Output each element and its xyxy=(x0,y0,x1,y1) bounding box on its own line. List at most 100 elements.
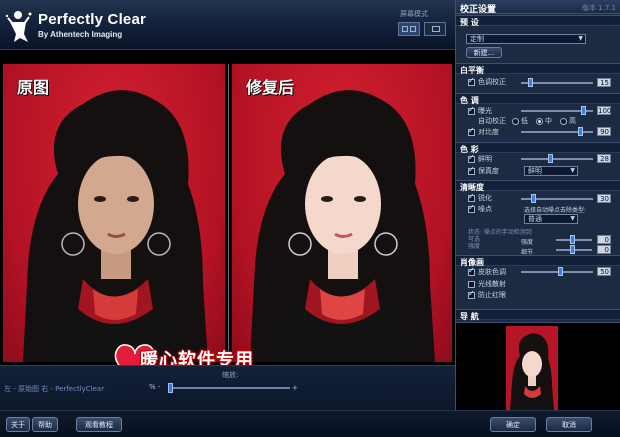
skin-tone-value[interactable]: 50 xyxy=(597,267,611,276)
exposure-checkbox[interactable] xyxy=(468,105,475,115)
view-mode-buttons xyxy=(398,22,446,36)
vibrancy-slider[interactable] xyxy=(521,154,593,163)
detail-value[interactable]: 0 xyxy=(597,245,611,254)
bottom-bar: 关于 帮助 观看教程 确定 取消 xyxy=(0,410,620,437)
split-divider[interactable] xyxy=(228,64,229,362)
exposure-slider[interactable] xyxy=(521,106,593,115)
navigator-heading: 导 航 xyxy=(456,309,620,321)
app-title: Perfectly Clear xyxy=(38,11,147,28)
vibrancy-slider-thumb[interactable] xyxy=(547,154,553,163)
exposure-row: 曝光 xyxy=(468,105,492,116)
portrait-section: 肖像画 皮肤色调 50 光线散射 防止红眼 xyxy=(456,255,620,305)
help-button[interactable]: 帮助 xyxy=(32,417,58,432)
strength-slider-thumb[interactable] xyxy=(570,235,575,244)
noise-type-select[interactable]: 普通 ▼ xyxy=(524,214,578,224)
light-scatter-checkbox[interactable] xyxy=(468,280,475,288)
chevron-down-icon: ▼ xyxy=(570,167,575,174)
white-balance-heading: 白平衡 xyxy=(456,63,620,75)
noise-row: 噪点 xyxy=(468,203,492,214)
fidelity-row: 保真度 xyxy=(468,165,499,176)
single-view-button[interactable] xyxy=(424,22,446,36)
skin-tone-slider[interactable] xyxy=(521,267,593,276)
split-view-button[interactable] xyxy=(398,22,420,36)
detail-slider[interactable] xyxy=(556,245,592,254)
redeye-row: 防止红眼 xyxy=(468,289,506,300)
chevron-down-icon: ▼ xyxy=(570,215,575,222)
corrected-photo[interactable]: 修复后 xyxy=(232,64,452,362)
tint-value[interactable]: 15 xyxy=(597,78,611,87)
tone-heading: 色 调 xyxy=(456,93,620,105)
contrast-slider-thumb[interactable] xyxy=(577,127,583,136)
logo-icon xyxy=(5,11,32,42)
exposure-slider-thumb[interactable] xyxy=(581,106,587,115)
zoom-title: 缩放: xyxy=(222,371,239,379)
sharpen-slider-thumb[interactable] xyxy=(531,194,537,203)
exposure-value[interactable]: 100 xyxy=(597,106,611,115)
version-label: 版本 1.7.1 xyxy=(581,4,616,12)
corrected-portrait xyxy=(250,90,435,362)
preset-section: 预 设 定制 ▼ 新建... xyxy=(456,15,620,59)
manual-options-label: 可选 强度 xyxy=(468,236,481,250)
navigator-thumbnail[interactable] xyxy=(506,326,558,410)
app-subtitle: By Athentech Imaging xyxy=(38,30,123,39)
contrast-checkbox[interactable] xyxy=(468,126,475,136)
preset-select[interactable]: 定制 ▼ xyxy=(466,34,586,44)
auto-low-radio[interactable] xyxy=(512,117,519,125)
skin-tone-checkbox[interactable] xyxy=(468,266,475,276)
original-label: 原图 xyxy=(17,78,50,97)
view-legend: 左 - 原始图 右 - PerfectlyClear xyxy=(4,385,105,393)
preset-heading: 预 设 xyxy=(456,15,620,27)
skin-tone-row: 皮肤色调 xyxy=(468,266,506,277)
tint-correction-checkbox[interactable] xyxy=(468,76,475,86)
contrast-slider[interactable] xyxy=(521,127,593,136)
tutorial-button[interactable]: 观看教程 xyxy=(76,417,122,432)
fidelity-select[interactable]: 鲜明 ▼ xyxy=(524,166,578,176)
skin-tone-slider-thumb[interactable] xyxy=(557,267,563,276)
zoom-plus: + xyxy=(292,384,298,392)
vibrancy-value[interactable]: 28 xyxy=(597,154,611,163)
navigator-preview[interactable] xyxy=(456,322,620,410)
ok-button[interactable]: 确定 xyxy=(490,417,536,432)
auto-correct-row: 自动校正 低 中 高 xyxy=(478,117,576,125)
sharpen-value[interactable]: 30 xyxy=(597,194,611,203)
fidelity-checkbox[interactable] xyxy=(468,165,475,175)
tone-section: 色 调 曝光 100 自动校正 低 中 高 对比度 90 xyxy=(456,93,620,139)
navigator-portrait xyxy=(510,333,554,410)
original-photo[interactable]: 原图 xyxy=(3,64,225,362)
light-scatter-row: 光线散射 xyxy=(468,279,506,289)
app-header: Perfectly Clear By Athentech Imaging 屏幕模… xyxy=(0,0,455,50)
chevron-down-icon: ▼ xyxy=(578,35,583,42)
redeye-checkbox[interactable] xyxy=(468,289,475,299)
zoom-bar: 缩放: 左 - 原始图 右 - PerfectlyClear % - + xyxy=(0,365,455,410)
tint-slider[interactable] xyxy=(521,78,593,87)
sharpness-heading: 清晰度 xyxy=(456,180,620,192)
strength-value[interactable]: 0 xyxy=(597,235,611,244)
cancel-button[interactable]: 取消 xyxy=(546,417,592,432)
zoom-percent: % - xyxy=(149,383,161,391)
portrait-heading: 肖像画 xyxy=(456,255,620,267)
auto-high-radio[interactable] xyxy=(560,117,567,125)
view-mode-label: 屏幕模式 xyxy=(400,10,428,18)
strength-slider[interactable] xyxy=(556,235,592,244)
sharpen-checkbox[interactable] xyxy=(468,192,475,202)
about-button[interactable]: 关于 xyxy=(6,417,30,432)
contrast-row: 对比度 xyxy=(468,126,499,137)
new-preset-button[interactable]: 新建... xyxy=(466,47,502,58)
noise-hint: 选择自动噪点去除类型: xyxy=(524,206,587,214)
noise-status: 状态: 噪点的手动检测到 xyxy=(468,228,532,236)
vibrancy-checkbox[interactable] xyxy=(468,153,475,163)
split-view-icon xyxy=(402,26,408,32)
tint-slider-thumb[interactable] xyxy=(527,78,533,87)
color-heading: 色 彩 xyxy=(456,142,620,154)
zoom-slider[interactable] xyxy=(170,387,290,389)
panel-title: 校正设置 版本 1.7.1 xyxy=(456,0,620,15)
detail-slider-thumb[interactable] xyxy=(570,245,575,254)
contrast-value[interactable]: 90 xyxy=(597,127,611,136)
strength-label: 强度 xyxy=(521,238,534,246)
zoom-slider-thumb[interactable] xyxy=(168,383,173,393)
auto-medium-radio[interactable] xyxy=(536,117,543,125)
noise-checkbox[interactable] xyxy=(468,203,475,213)
white-balance-section: 白平衡 色调校正 15 xyxy=(456,63,620,89)
sharpen-slider[interactable] xyxy=(521,194,593,203)
original-portrait xyxy=(23,90,208,362)
